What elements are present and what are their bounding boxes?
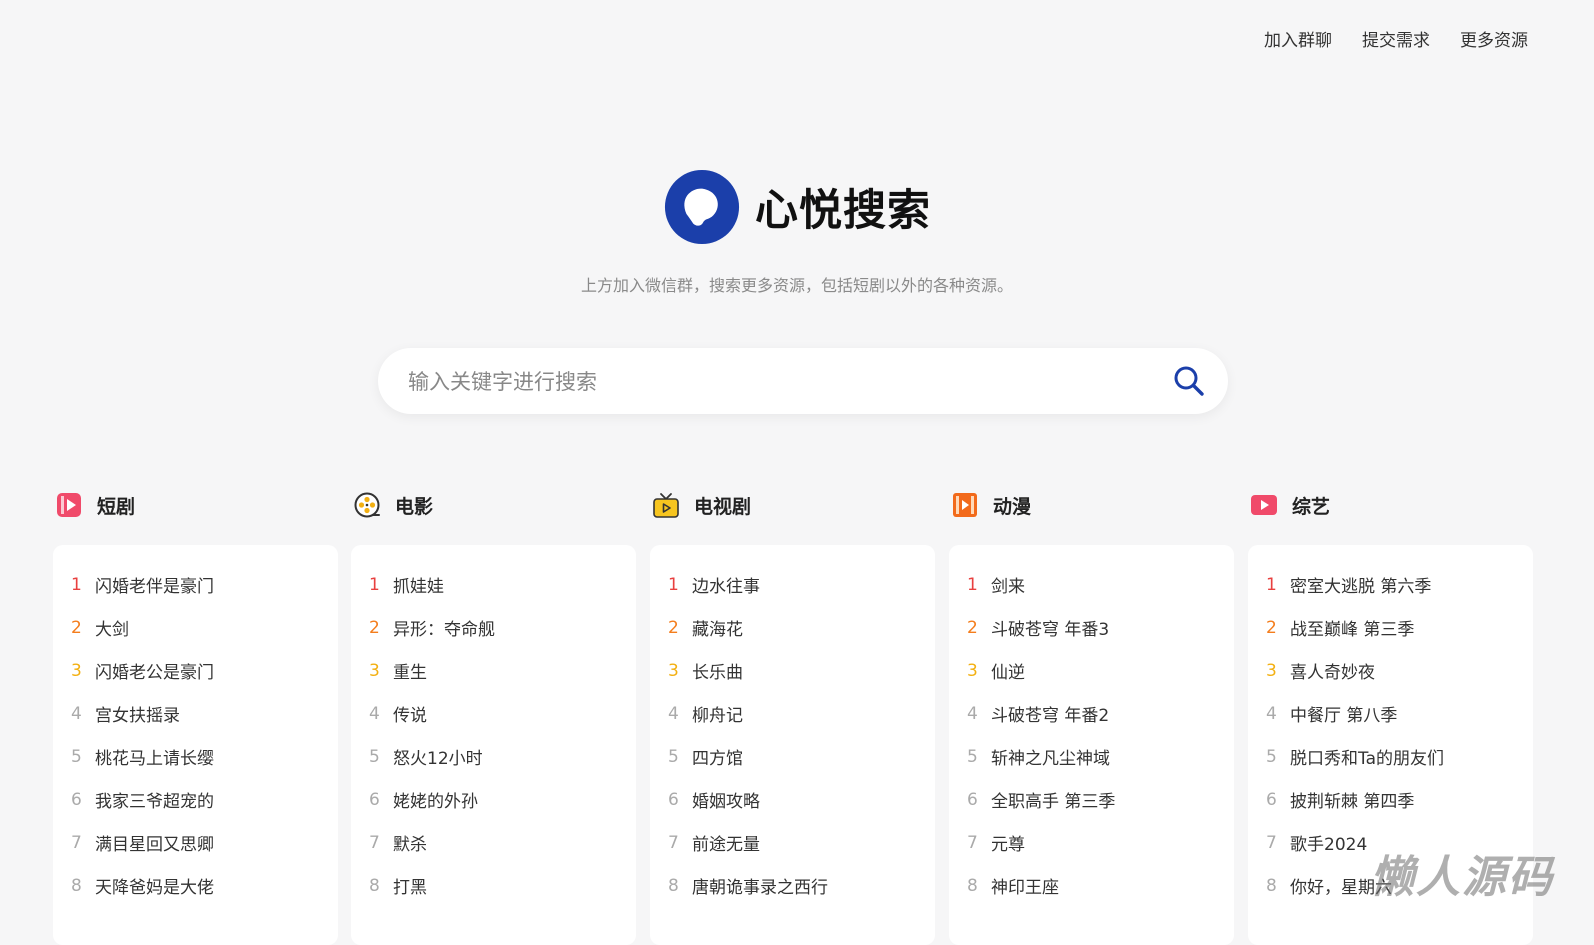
category-title: 电影 (395, 495, 434, 518)
list-item[interactable]: 1 闪婚老伴是豪门 (53, 563, 338, 606)
category-title: 短剧 (97, 495, 136, 518)
list-item[interactable]: 7 元尊 (949, 821, 1234, 864)
list-item[interactable]: 5 桃花马上请长缨 (53, 735, 338, 778)
category-title: 动漫 (993, 495, 1032, 518)
watermark: 懒人源码 (1370, 852, 1554, 903)
list-item[interactable]: 2 异形：夺命舰 (351, 606, 636, 649)
list-item[interactable]: 4 斗破苍穹 年番2 (949, 692, 1234, 735)
anime-icon (953, 493, 977, 517)
category-header: 电影 (353, 490, 636, 520)
nav-join-group[interactable]: 加入群聊 (1264, 26, 1332, 51)
list-item[interactable]: 7 默杀 (351, 821, 636, 864)
list-item[interactable]: 2 藏海花 (650, 606, 935, 649)
category-movie: 电影 1 抓娃娃 2 异形：夺命舰 3 重生 4 传说 5 怒火12小时 6 姥姥的外孙 7… (351, 490, 636, 945)
list-item[interactable]: 6 披荆斩棘 第四季 (1248, 778, 1533, 821)
movie-reel-icon (354, 492, 380, 518)
list-item[interactable]: 6 婚姻攻略 (650, 778, 935, 821)
category-title: 综艺 (1292, 495, 1331, 518)
top-nav: 加入群聊 提交需求 更多资源 (1264, 26, 1528, 51)
list-item[interactable]: 1 抓娃娃 (351, 563, 636, 606)
list-item[interactable]: 6 我家三爷超宠的 (53, 778, 338, 821)
search-icon[interactable] (1172, 364, 1206, 398)
subtitle: 上方加入微信群，搜索更多资源，包括短剧以外的各种资源。 (580, 276, 1013, 295)
brand-name: 心悦搜索 (755, 186, 931, 236)
list-item[interactable]: 4 柳舟记 (650, 692, 935, 735)
ranking-list: 1 闪婚老伴是豪门 2 大剑 3 闪婚老公是豪门 4 宫女扶摇录 5 桃花马上请长缨 6我… (53, 545, 338, 945)
list-item[interactable]: 3 重生 (351, 649, 636, 692)
list-item[interactable]: 4 宫女扶摇录 (53, 692, 338, 735)
category-header: 动漫 (951, 490, 1234, 520)
list-item[interactable]: 8 唐朝诡事录之西行 (650, 864, 935, 907)
list-item[interactable]: 2 战至巅峰 第三季 (1248, 606, 1533, 649)
category-anime: 动漫 1 剑来 2 斗破苍穹 年番3 3 仙逆 4 斗破苍穹 年番2 5 斩神之凡尘神域 … (949, 490, 1234, 945)
list-item[interactable]: 5 脱口秀和Ta的朋友们 (1248, 735, 1533, 778)
category-header: 短剧 (55, 490, 338, 520)
list-item[interactable]: 3 闪婚老公是豪门 (53, 649, 338, 692)
nav-submit-request[interactable]: 提交需求 (1362, 26, 1430, 51)
list-item[interactable]: 7 满目星回又思卿 (53, 821, 338, 864)
list-item[interactable]: 8 神印王座 (949, 864, 1234, 907)
list-item[interactable]: 5 斩神之凡尘神域 (949, 735, 1234, 778)
logo: 心悦搜索 (663, 168, 931, 246)
list-item[interactable]: 8 打黑 (351, 864, 636, 907)
list-item[interactable]: 5 怒火12小时 (351, 735, 636, 778)
list-item[interactable]: 6 全职高手 第三季 (949, 778, 1234, 821)
list-item[interactable]: 1 边水往事 (650, 563, 935, 606)
ranking-list: 1 剑来 2 斗破苍穹 年番3 3 仙逆 4 斗破苍穹 年番2 5 斩神之凡尘神域 6 全职… (949, 545, 1234, 945)
list-item[interactable]: 1 剑来 (949, 563, 1234, 606)
list-item[interactable]: 3 喜人奇妙夜 (1248, 649, 1533, 692)
list-item[interactable]: 8 天降爸妈是大佬 (53, 864, 338, 907)
short-drama-icon (57, 493, 81, 517)
search-input[interactable] (406, 348, 1130, 416)
list-item[interactable]: 2 大剑 (53, 606, 338, 649)
nav-more-resources[interactable]: 更多资源 (1460, 26, 1528, 51)
list-item[interactable]: 2 斗破苍穹 年番3 (949, 606, 1234, 649)
ranking-list: 1 抓娃娃 2 异形：夺命舰 3 重生 4 传说 5 怒火12小时 6 姥姥的外孙 7 默杀 … (351, 545, 636, 945)
logo-icon (664, 169, 740, 245)
ranking-list: 1 边水往事 2 藏海花 3 长乐曲 4 柳舟记 5 四方馆 6 婚姻攻略 7 前途无量 8唐… (650, 545, 935, 945)
variety-icon (1251, 495, 1277, 515)
category-tv-series: 电视剧 1 边水往事 2 藏海花 3 长乐曲 4 柳舟记 5 四方馆 6 婚姻攻略 7 前途无… (650, 490, 935, 945)
category-short-drama: 短剧 1 闪婚老伴是豪门 2 大剑 3 闪婚老公是豪门 4 宫女扶摇录 5 桃花马上请长缨… (53, 490, 338, 945)
tv-icon (653, 493, 679, 518)
category-title: 电视剧 (694, 495, 752, 518)
list-item[interactable]: 6 姥姥的外孙 (351, 778, 636, 821)
category-header: 综艺 (1250, 490, 1533, 520)
list-item[interactable]: 1 密室大逃脱 第六季 (1248, 563, 1533, 606)
list-item[interactable]: 4 中餐厅 第八季 (1248, 692, 1533, 735)
list-item[interactable]: 3 长乐曲 (650, 649, 935, 692)
list-item[interactable]: 3 仙逆 (949, 649, 1234, 692)
list-item[interactable]: 7 前途无量 (650, 821, 935, 864)
list-item[interactable]: 5 四方馆 (650, 735, 935, 778)
search-box (378, 348, 1228, 416)
category-header: 电视剧 (652, 490, 935, 520)
list-item[interactable]: 4 传说 (351, 692, 636, 735)
